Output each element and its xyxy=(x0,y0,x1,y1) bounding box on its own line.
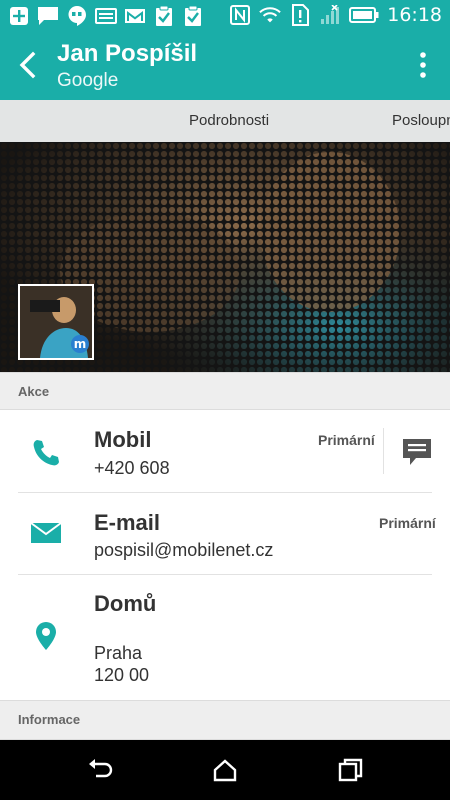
notification-icons xyxy=(8,5,204,27)
overflow-menu-icon[interactable] xyxy=(418,50,428,80)
phone-label: Mobil xyxy=(94,427,152,452)
phone-number: +420 608 xyxy=(94,458,170,478)
clock: 16:18 xyxy=(387,4,442,26)
clipboard-check-icon xyxy=(182,5,204,27)
account-label: Google xyxy=(57,70,119,91)
nfc-icon xyxy=(229,4,251,26)
address-row[interactable]: Domů Praha 120 00 xyxy=(0,575,450,700)
primary-badge: Primární xyxy=(379,515,436,531)
svg-text:m: m xyxy=(74,337,87,351)
section-title: Akce xyxy=(18,384,50,399)
status-bar: 16:18 xyxy=(0,0,450,32)
app-bar: Jan Pospíšil Google xyxy=(0,32,450,100)
phone-icon xyxy=(30,437,62,469)
system-icons: 16:18 xyxy=(229,4,442,26)
contact-avatar[interactable]: m xyxy=(18,284,94,360)
address-postcode: 120 00 xyxy=(94,665,150,685)
tab-bar: Podrobnosti Posloupnost xyxy=(0,100,450,142)
email-icon xyxy=(30,520,62,552)
primary-badge: Primární xyxy=(318,432,375,448)
gmail-icon xyxy=(124,5,146,27)
section-header-info: Informace xyxy=(0,700,450,740)
sim-alert-icon xyxy=(289,4,311,26)
navigation-bar xyxy=(0,740,450,800)
email-label: E-mail xyxy=(94,510,161,535)
add-icon xyxy=(8,5,30,27)
back-icon[interactable] xyxy=(86,756,114,784)
message-icon[interactable] xyxy=(402,438,432,468)
signal-icon xyxy=(319,4,341,26)
hangouts-icon xyxy=(66,5,88,27)
section-header-actions: Akce xyxy=(0,372,450,410)
location-pin-icon xyxy=(30,620,62,652)
chat-icon xyxy=(37,5,59,27)
recent-apps-icon[interactable] xyxy=(336,756,364,784)
address-label: Domů xyxy=(94,591,157,616)
wifi-icon xyxy=(259,4,282,26)
home-icon[interactable] xyxy=(211,756,239,784)
section-title: Informace xyxy=(18,712,81,727)
phone-row[interactable]: Mobil +420 608 Primární xyxy=(0,410,450,492)
contact-name: Jan Pospíšil xyxy=(57,40,198,67)
clipboard-check-icon xyxy=(153,5,175,27)
tab-details[interactable]: Podrobnosti xyxy=(189,112,269,129)
battery-icon xyxy=(349,4,379,26)
address-city: Praha xyxy=(94,643,143,663)
back-arrow-icon[interactable] xyxy=(14,50,44,80)
tab-history[interactable]: Posloupnost xyxy=(392,112,450,129)
email-row[interactable]: E-mail pospisil@mobilenet.cz Primární xyxy=(0,493,450,574)
vertical-divider xyxy=(383,428,384,474)
keyboard-icon xyxy=(95,5,117,27)
email-address: pospisil@mobilenet.cz xyxy=(94,540,274,560)
